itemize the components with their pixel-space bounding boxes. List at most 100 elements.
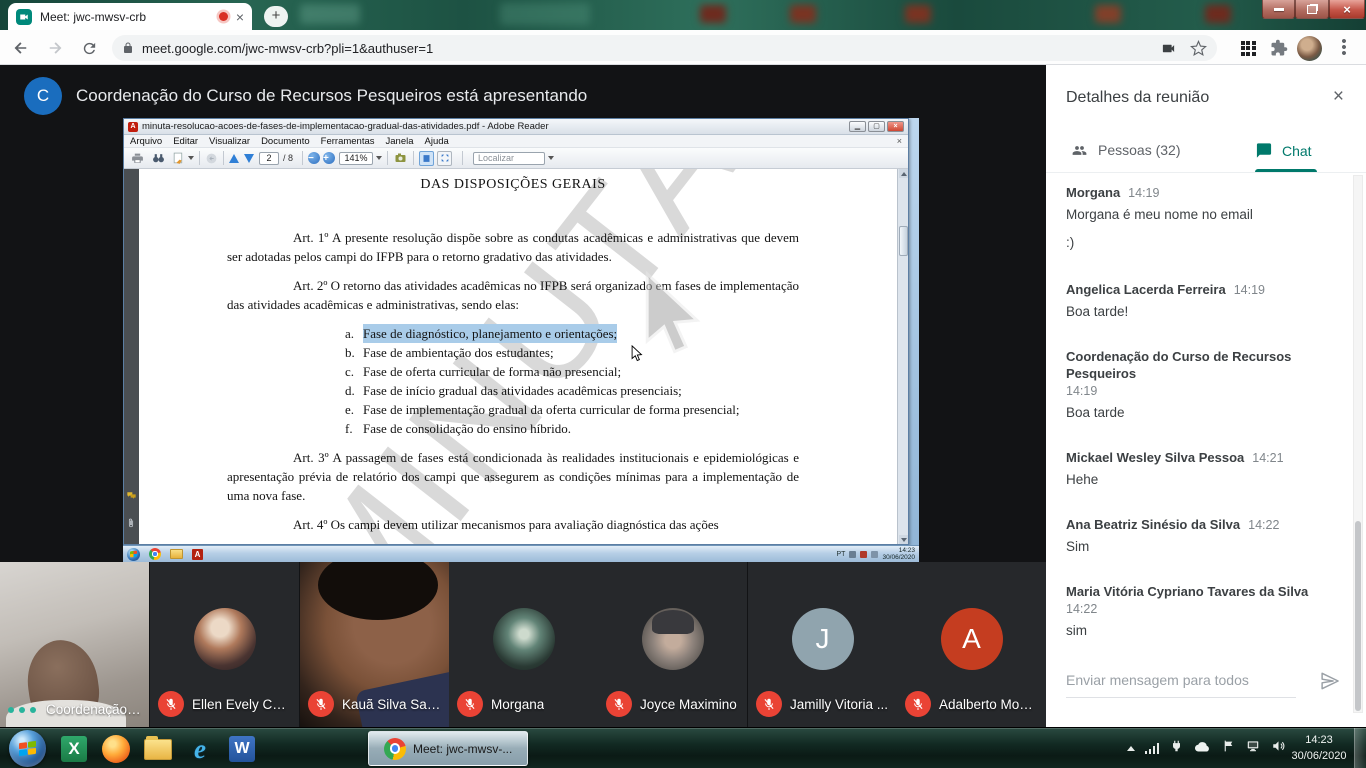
input-underline xyxy=(1066,697,1296,698)
list-item: e.Fase de implementação gradual da ofert… xyxy=(345,400,799,419)
pdf-maximize-button: ▢ xyxy=(868,121,885,132)
panel-close-icon[interactable]: × xyxy=(1333,87,1344,106)
power-plug-icon[interactable] xyxy=(1169,739,1184,758)
chat-icon xyxy=(1255,142,1273,159)
camera-in-use-icon[interactable] xyxy=(1159,41,1178,56)
pdf-title-bar: A minuta-resolucao-acoes-de-fases-de-imp… xyxy=(124,119,908,135)
participant-tile-morgana[interactable]: Morgana xyxy=(449,562,598,727)
start-button[interactable] xyxy=(9,730,46,767)
presenter-avatar: C xyxy=(24,77,62,115)
tab-chat-label: Chat xyxy=(1282,143,1312,159)
forward-button[interactable] xyxy=(42,35,68,61)
tab-close-icon[interactable]: × xyxy=(236,10,244,24)
close-icon: × xyxy=(1343,3,1351,16)
presenter-tray-icon xyxy=(871,551,878,558)
snapshot-camera-icon xyxy=(393,152,408,164)
taskbar-ie-icon[interactable]: e xyxy=(184,733,216,765)
message-text: Boa tarde xyxy=(1066,404,1338,422)
participant-tile-jamilly[interactable]: J Adalberto Mon... Jamilly Vitoria ... xyxy=(748,562,897,727)
extension-grid-icon[interactable] xyxy=(1235,35,1261,61)
taskbar-excel-icon[interactable]: X xyxy=(58,733,90,765)
url-text: meet.google.com/jwc-mwsv-crb?pli=1&authu… xyxy=(142,41,1147,56)
history-disabled-icon xyxy=(205,152,218,165)
participant-name: Jamilly Vitoria ... xyxy=(790,697,888,712)
minimize-icon xyxy=(1274,8,1284,11)
fullscreen-button xyxy=(437,151,452,166)
taskbar-explorer-icon[interactable] xyxy=(142,733,174,765)
pdf-file-icon: A xyxy=(128,122,138,132)
tab-chat[interactable]: Chat xyxy=(1255,142,1312,159)
taskbar-word-icon[interactable]: W xyxy=(226,733,258,765)
presenter-cursor-large xyxy=(639,269,713,370)
doc-art3: Art. 3º A passagem de fases está condici… xyxy=(227,448,799,505)
glass-blur-shape xyxy=(1205,5,1231,23)
taskbar-clock[interactable]: 14:23 30/06/2020 xyxy=(1288,732,1350,764)
presenter-tray-icon xyxy=(849,551,856,558)
pdf-menubar-close-icon: × xyxy=(897,136,902,146)
message-time: 14:21 xyxy=(1252,451,1283,465)
windows-taskbar: X e W Meet: jwc-mwsv-... xyxy=(0,727,1366,768)
browser-tab-meet[interactable]: Meet: jwc-mwsv-crb × xyxy=(8,3,252,30)
page-number-input: 2 xyxy=(259,152,279,165)
message-time: 14:19 xyxy=(1128,186,1159,200)
list-item: b.Fase de ambientação dos estudantes; xyxy=(345,343,799,362)
tab-people[interactable]: Pessoas (32) xyxy=(1069,142,1180,158)
glass-blur-shape xyxy=(500,3,590,25)
participant-tile-joyce[interactable]: Joyce Maximino xyxy=(598,562,747,727)
send-icon[interactable] xyxy=(1318,670,1342,697)
pdf-menu-janela: Janela xyxy=(386,136,414,147)
profile-avatar[interactable] xyxy=(1296,35,1322,61)
chat-scroll-thumb[interactable] xyxy=(1355,521,1361,711)
page-down-icon xyxy=(244,154,254,163)
message-sender: Coordenação do Curso de Recursos Pesquei… xyxy=(1066,348,1304,382)
show-desktop-button[interactable] xyxy=(1354,728,1366,768)
window-minimize-button[interactable] xyxy=(1262,0,1295,19)
presenter-taskbar: A PT 14:23 30/06/2020 xyxy=(123,545,919,562)
document-text: DAS DISPOSIÇÕES GERAIS Art. 1º A present… xyxy=(139,169,897,544)
message-text: :) xyxy=(1066,234,1338,252)
participant-tile-ellen[interactable]: Ellen Evely Car... xyxy=(150,562,299,727)
scroll-down-arrow xyxy=(899,535,908,544)
participant-tile-adalberto[interactable]: A Adalberto Mon... xyxy=(897,562,1046,727)
selected-text: Fase de diagnóstico, planejamento e orie… xyxy=(363,324,617,343)
message-sender: Ana Beatriz Sinésio da Silva xyxy=(1066,517,1240,532)
participant-tile-coordenacao[interactable]: Coordenação d... xyxy=(0,562,149,727)
taskbar-firefox-icon[interactable] xyxy=(100,733,132,765)
new-tab-button[interactable]: + xyxy=(264,6,288,27)
chat-input[interactable]: Enviar mensagem para todos xyxy=(1066,672,1296,698)
bookmark-star-icon[interactable] xyxy=(1190,40,1207,57)
participant-tile-kaua[interactable]: Kauã Silva Sant... xyxy=(300,562,449,727)
print-icon xyxy=(130,152,145,165)
reload-button[interactable] xyxy=(76,35,102,61)
pdf-menu-visualizar: Visualizar xyxy=(209,136,250,147)
window-restore-button[interactable] xyxy=(1295,0,1329,19)
message-text: Sim xyxy=(1066,538,1338,556)
comments-icon xyxy=(126,491,137,503)
message-time: 14:19 xyxy=(1234,283,1265,297)
participant-letter-avatar: J xyxy=(792,608,854,670)
cloud-icon[interactable] xyxy=(1194,740,1212,758)
extensions-puzzle-icon[interactable] xyxy=(1266,35,1292,61)
tray-chevron-icon[interactable] xyxy=(1127,746,1135,751)
taskbar-meet-window-button[interactable]: Meet: jwc-mwsv-... xyxy=(368,731,528,766)
window-close-button[interactable]: × xyxy=(1329,0,1365,19)
action-center-flag-icon[interactable] xyxy=(1222,739,1235,758)
chat-scrollbar[interactable] xyxy=(1353,175,1363,713)
list-item: c.Fase de oferta curricular de forma não… xyxy=(345,362,799,381)
back-button[interactable] xyxy=(8,35,34,61)
address-bar[interactable]: meet.google.com/jwc-mwsv-crb?pli=1&authu… xyxy=(112,35,1217,61)
signal-bars-icon[interactable] xyxy=(1145,743,1160,754)
list-item: d.Fase de início gradual das atividades … xyxy=(345,381,799,400)
participant-name: Morgana xyxy=(491,697,544,712)
network-monitor-icon[interactable] xyxy=(1245,739,1261,758)
windows-flag-icon xyxy=(19,741,36,756)
chat-input-placeholder: Enviar mensagem para todos xyxy=(1066,672,1296,688)
volume-icon[interactable] xyxy=(1271,739,1286,758)
pdf-sidebar xyxy=(124,169,139,544)
browser-menu-dots-icon[interactable]: ••• xyxy=(1331,35,1357,61)
presenter-tray-icon xyxy=(860,551,867,558)
zoom-caret xyxy=(376,156,382,160)
participant-photo-avatar xyxy=(194,608,256,670)
mic-off-icon xyxy=(905,691,931,717)
find-caret xyxy=(548,156,554,160)
